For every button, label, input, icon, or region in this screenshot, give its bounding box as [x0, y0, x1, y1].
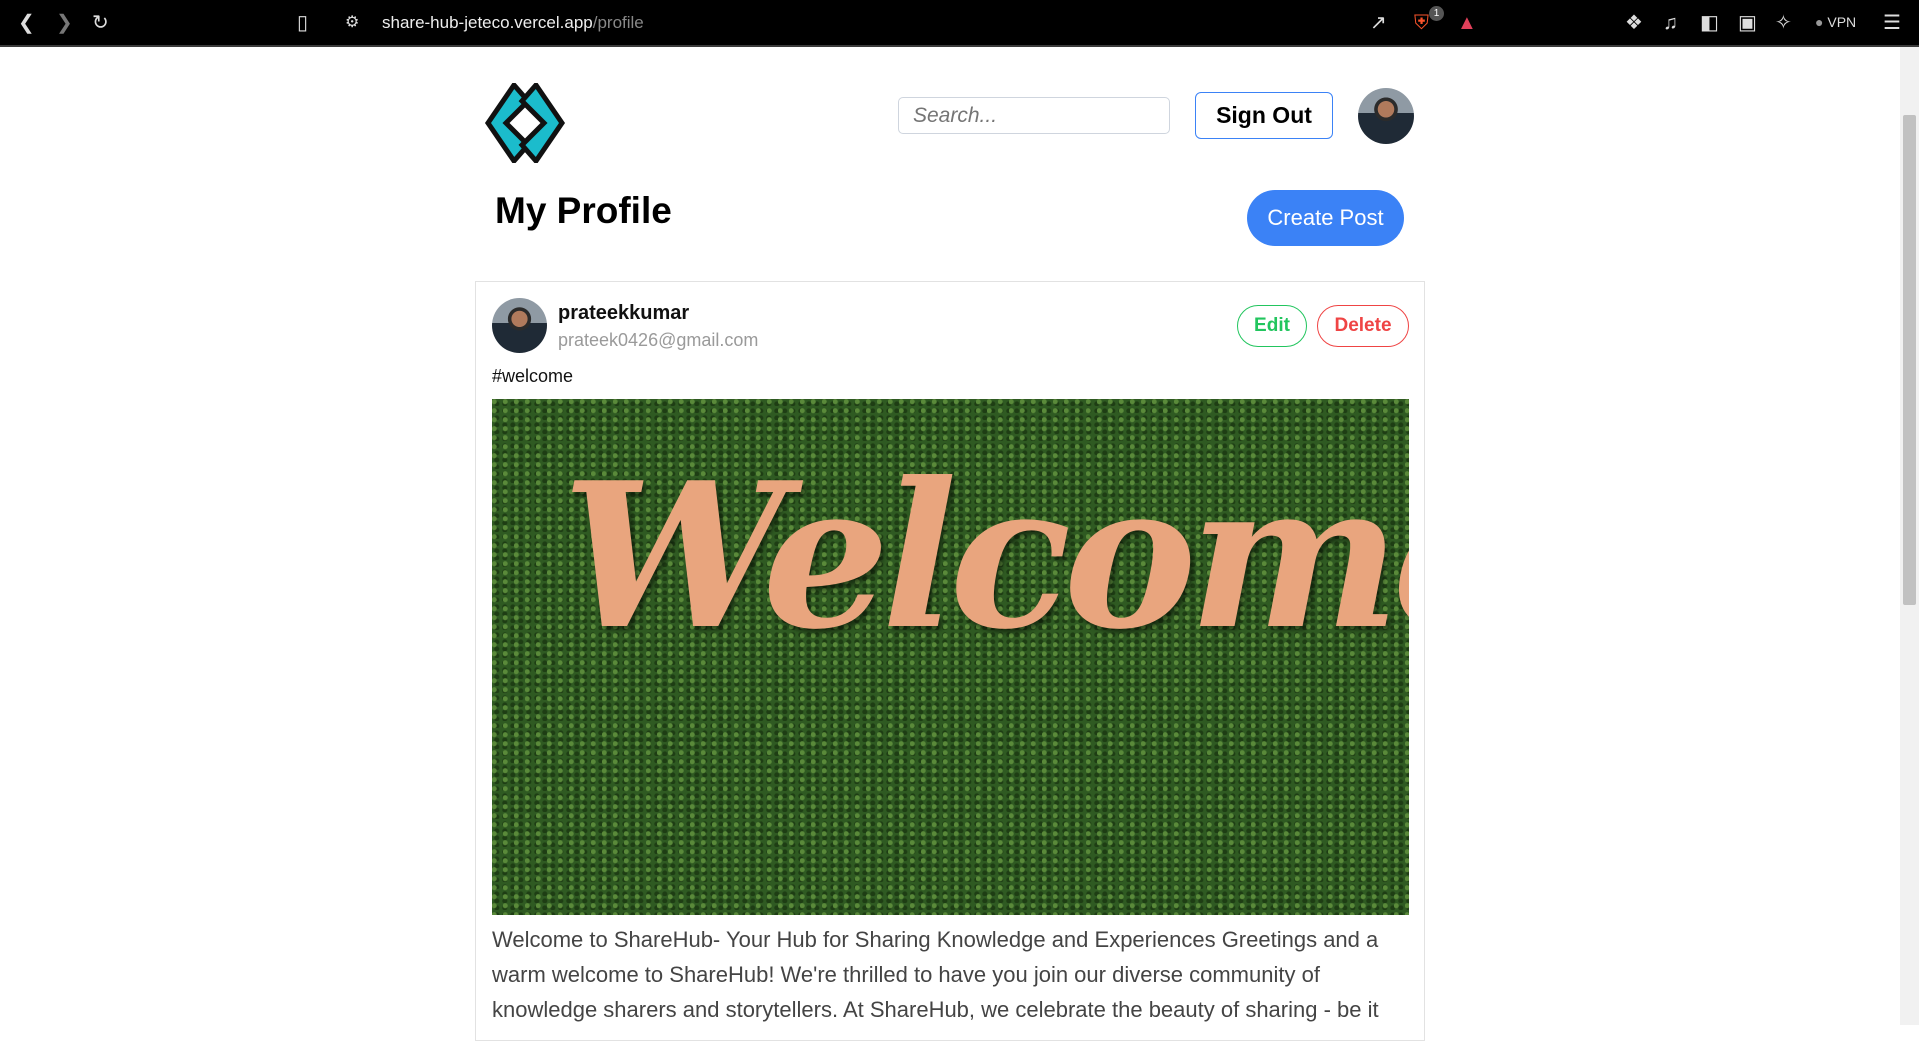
post-image-welcome-sign: Welcome — [562, 439, 1409, 674]
post-username[interactable]: prateekkumar — [558, 302, 689, 325]
url-path: /profile — [592, 13, 644, 32]
scrollbar[interactable] — [1900, 47, 1919, 1025]
search-input[interactable] — [898, 97, 1170, 134]
brave-shields-icon[interactable]: ⛨ — [1414, 10, 1429, 36]
post-author-avatar[interactable] — [492, 298, 547, 353]
sidebar-icon[interactable]: ◧ — [1700, 10, 1719, 36]
share-icon[interactable]: ↗ — [1370, 10, 1387, 36]
page-title: My Profile — [495, 190, 672, 231]
scrollbar-thumb[interactable] — [1903, 115, 1916, 605]
back-icon[interactable]: ❮ — [18, 10, 35, 36]
sign-out-button[interactable]: Sign Out — [1195, 92, 1333, 139]
edit-button[interactable]: Edit — [1237, 305, 1307, 347]
vpn-status-icon: ● — [1815, 14, 1824, 30]
post-image: Welcome — [492, 399, 1409, 915]
delete-button[interactable]: Delete — [1317, 305, 1409, 347]
extensions-icon[interactable]: ❖ — [1625, 10, 1643, 36]
post-card: prateekkumar prateek0426@gmail.com Edit … — [475, 281, 1425, 1041]
bookmark-icon[interactable]: ▯ — [297, 10, 308, 36]
leo-ai-icon[interactable]: ✧ — [1775, 10, 1792, 36]
url-host: share-hub-jeteco.vercel.app — [382, 13, 593, 32]
browser-toolbar: ❮ ❯ ↻ ▯ ⚙ share-hub-jeteco.vercel.app/pr… — [0, 0, 1919, 47]
post-body: Welcome to ShareHub- Your Hub for Sharin… — [492, 927, 1379, 1022]
vpn-label: VPN — [1827, 14, 1857, 30]
reload-icon[interactable]: ↻ — [92, 10, 109, 36]
brave-rewards-icon[interactable]: ▲ — [1457, 10, 1477, 36]
menu-icon[interactable]: ☰ — [1883, 10, 1901, 36]
create-post-button[interactable]: Create Post — [1247, 190, 1404, 246]
music-icon[interactable]: ♫ — [1663, 10, 1678, 36]
wallet-icon[interactable]: ▣ — [1738, 10, 1757, 36]
user-avatar[interactable] — [1358, 88, 1414, 144]
vpn-button[interactable]: ● VPN — [1815, 14, 1856, 30]
site-settings-icon[interactable]: ⚙ — [345, 10, 359, 36]
post-tag[interactable]: #welcome — [492, 366, 573, 387]
sharehub-logo[interactable] — [484, 83, 566, 163]
shields-badge: 1 — [1429, 6, 1444, 21]
post-email: prateek0426@gmail.com — [558, 330, 759, 350]
address-bar[interactable]: share-hub-jeteco.vercel.app/profile — [382, 11, 644, 35]
forward-icon[interactable]: ❯ — [56, 10, 73, 36]
